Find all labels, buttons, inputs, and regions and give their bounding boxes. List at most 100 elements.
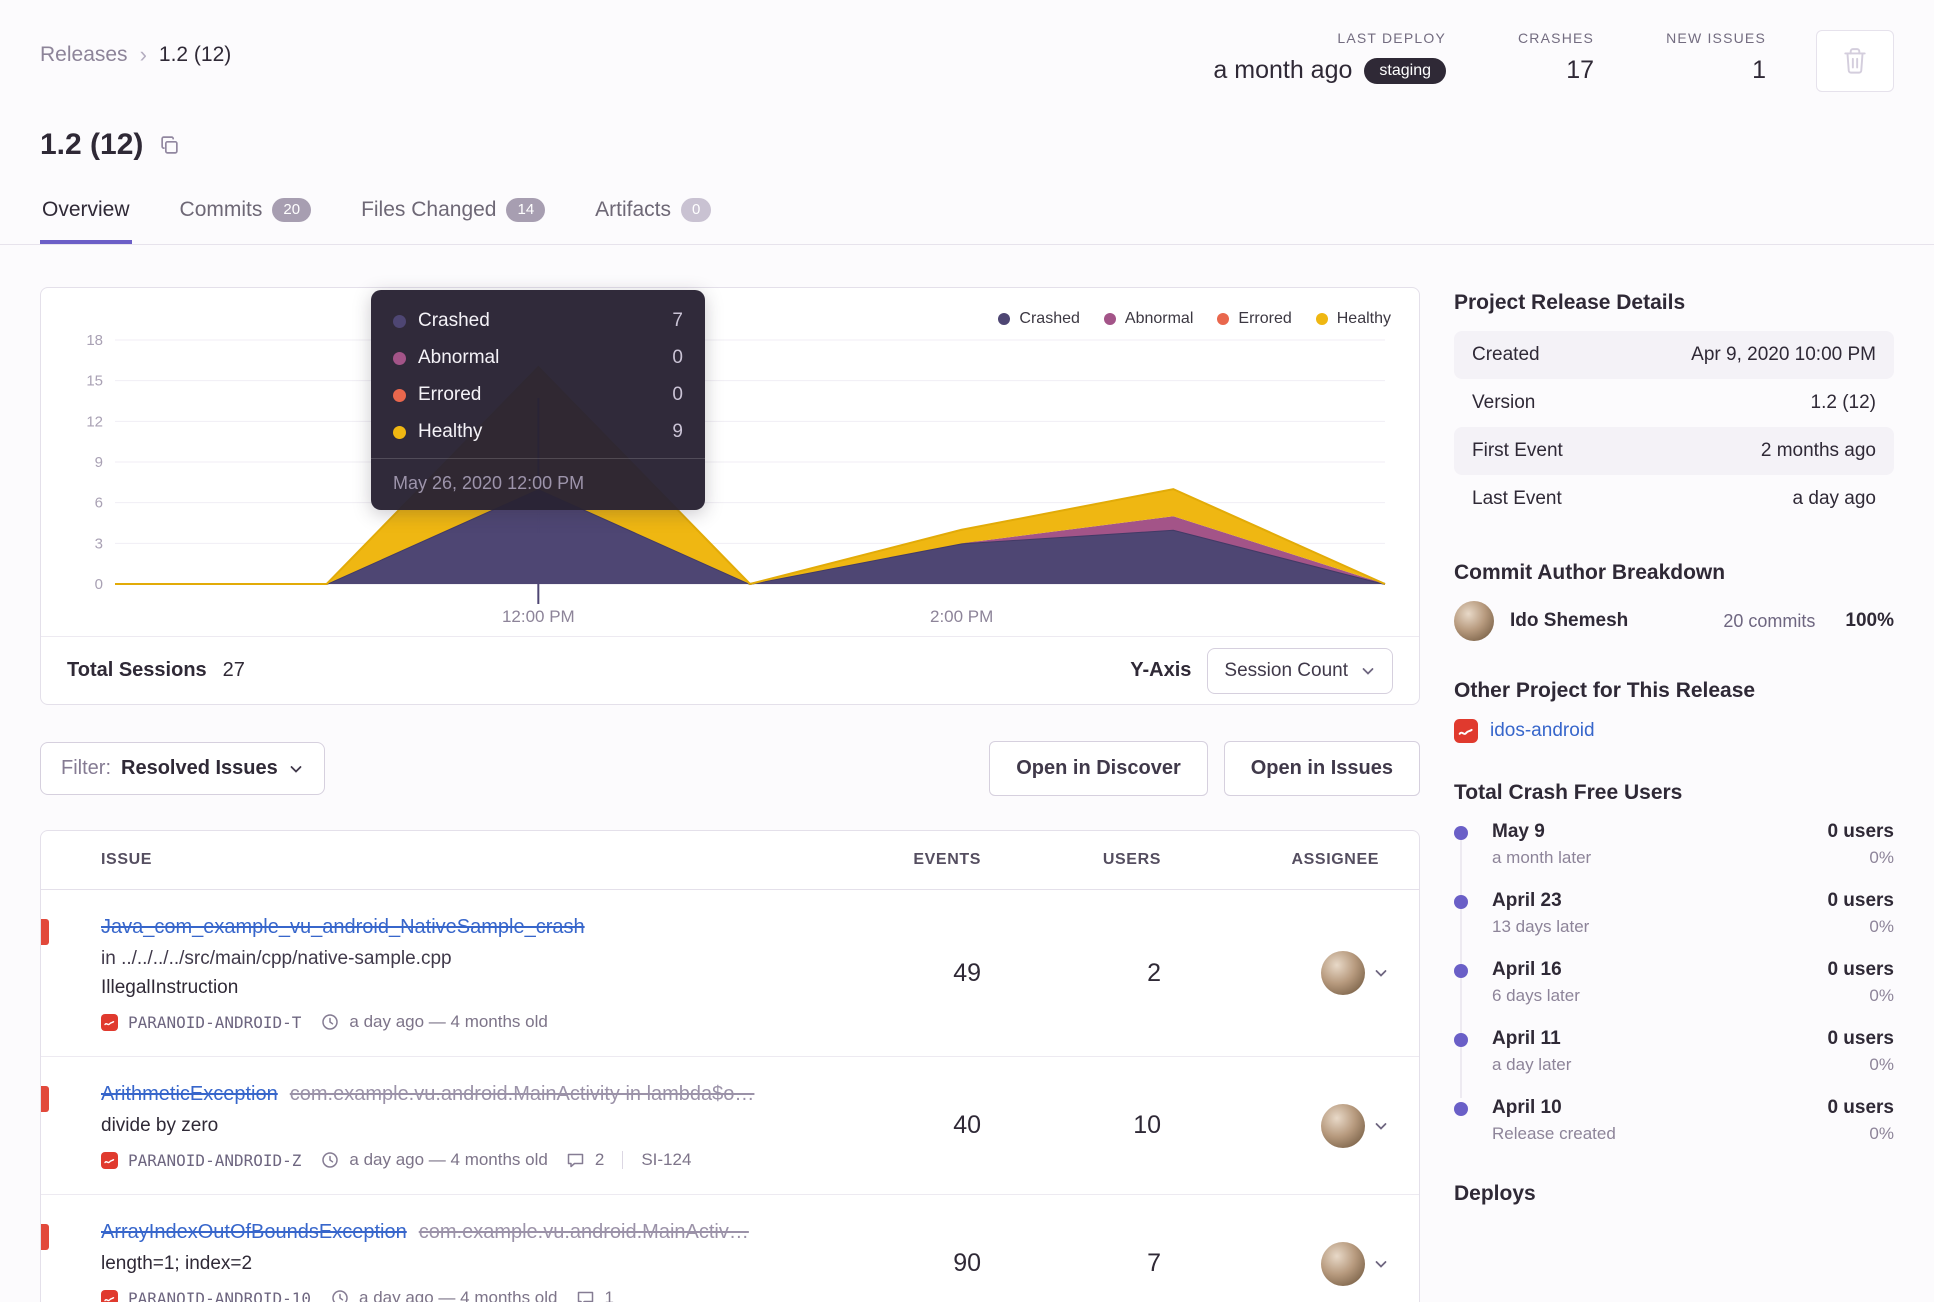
detail-label: First Event — [1472, 440, 1563, 461]
svg-text:15: 15 — [86, 373, 103, 390]
project-slug: PARANOID-ANDROID-Z — [128, 1150, 302, 1170]
cf-date: April 10 — [1492, 1097, 1562, 1118]
chart-tooltip: Crashed 7 Abnormal 0 Errored 0 Healthy 9… — [371, 290, 705, 510]
issue-title-link[interactable]: ArrayIndexOutOfBoundsException — [101, 1221, 407, 1243]
issue-title-link[interactable]: Java_com_example_vu_android_NativeSample… — [101, 916, 585, 938]
author-commit-count: 20 commits — [1723, 610, 1816, 631]
other-project-link[interactable]: idos-android — [1490, 720, 1595, 742]
release-sidebar: Project Release Details Created Apr 9, 2… — [1454, 287, 1894, 1302]
copy-version-button[interactable] — [157, 133, 182, 158]
cf-pct: 0% — [1869, 917, 1894, 936]
timeline-dot-icon — [1454, 1033, 1468, 1047]
assignee-dropdown[interactable] — [1321, 1103, 1419, 1148]
timeline-dot-icon — [1454, 826, 1468, 840]
breadcrumb-releases-link[interactable]: Releases — [40, 43, 128, 67]
tab-files-changed-label: Files Changed — [361, 198, 497, 221]
project-platform-icon — [1454, 719, 1478, 743]
chart-footer: Total Sessions 27 Y-Axis Session Count — [41, 636, 1419, 704]
stat-new-issues-label: NEW ISSUES — [1666, 30, 1766, 46]
cf-sub: 6 days later — [1492, 986, 1580, 1005]
yaxis-select-value: Session Count — [1224, 659, 1348, 681]
cf-pct: 0% — [1869, 986, 1894, 1005]
open-in-discover-button[interactable]: Open in Discover — [989, 741, 1208, 796]
cf-sub: 13 days later — [1492, 917, 1590, 936]
issue-title-link[interactable]: ArithmeticException — [101, 1083, 278, 1105]
tooltip-errored-dot-icon — [393, 388, 406, 402]
tooltip-crashed-value: 7 — [672, 310, 683, 331]
detail-label: Created — [1472, 344, 1540, 365]
breadcrumb-current: 1.2 (12) — [158, 43, 232, 66]
project-slug: PARANOID-ANDROID-T — [128, 1012, 302, 1032]
abnormal-legend-dot-icon — [1103, 313, 1116, 325]
cf-date: April 16 — [1492, 959, 1562, 980]
clock-icon — [321, 1013, 339, 1031]
tooltip-healthy-dot-icon — [393, 425, 406, 439]
svg-text:3: 3 — [95, 535, 103, 552]
avatar — [1321, 1241, 1365, 1286]
cf-users: 0 users — [1827, 1097, 1894, 1118]
sessions-stacked-area-chart[interactable]: 0 3 6 9 12 15 18 12:00 PM 2:00 PM — [65, 306, 1395, 636]
issue-events-count: 90 — [953, 1249, 981, 1277]
stat-last-deploy-value: a month ago — [1213, 56, 1353, 84]
chevron-down-icon — [1360, 663, 1376, 679]
tab-files-changed[interactable]: Files Changed 14 — [359, 194, 547, 244]
stat-crashes: CRASHES 17 — [1518, 30, 1594, 85]
detail-value: 2 months ago — [1760, 440, 1876, 461]
tooltip-errored-label: Errored — [418, 384, 482, 405]
svg-text:12: 12 — [86, 413, 103, 430]
issue-age: a day ago — 4 months old — [349, 1012, 548, 1031]
comments-icon — [566, 1151, 585, 1169]
legend-item-crashed[interactable]: Crashed — [998, 310, 1080, 328]
table-row: ArrayIndexOutOfBoundsException com.exampl… — [41, 1195, 1419, 1302]
tooltip-abnormal-value: 0 — [672, 347, 683, 368]
assignee-dropdown[interactable] — [1321, 951, 1419, 995]
legend-item-errored[interactable]: Errored — [1217, 310, 1292, 328]
project-platform-icon — [101, 1289, 118, 1302]
detail-value: Apr 9, 2020 10:00 PM — [1691, 344, 1876, 365]
open-in-issues-button[interactable]: Open in Issues — [1223, 741, 1420, 796]
svg-text:0: 0 — [95, 576, 103, 593]
tooltip-errored-value: 0 — [672, 384, 683, 405]
external-ticket-link[interactable]: SI-124 — [641, 1150, 691, 1170]
assignee-dropdown[interactable] — [1321, 1241, 1419, 1286]
yaxis-label: Y-Axis — [1130, 659, 1192, 681]
error-level-indicator — [41, 919, 49, 945]
breadcrumb-separator-icon: › — [139, 42, 147, 67]
project-platform-icon — [101, 1151, 118, 1169]
sessions-chart-card: Crashed Abnormal Errored Healthy 0 3 6 9… — [40, 287, 1420, 705]
tab-artifacts[interactable]: Artifacts 0 — [593, 194, 713, 244]
deploys-section: Deploys — [1454, 1182, 1894, 1206]
yaxis-select[interactable]: Session Count — [1207, 647, 1393, 694]
tabs-bar: Overview Commits 20 Files Changed 14 Art… — [0, 194, 1934, 245]
cf-users: 0 users — [1827, 821, 1894, 842]
legend-errored-label: Errored — [1238, 310, 1292, 327]
cf-users: 0 users — [1827, 959, 1894, 980]
cf-sub: a day later — [1492, 1055, 1572, 1074]
tab-commits[interactable]: Commits 20 — [178, 194, 314, 244]
error-level-indicator — [41, 1086, 49, 1112]
legend-item-healthy[interactable]: Healthy — [1315, 310, 1391, 328]
header-stats: LAST DEPLOY a month ago staging CRASHES … — [1213, 30, 1894, 92]
author-percent: 100% — [1845, 610, 1894, 631]
tooltip-crashed-dot-icon — [393, 314, 406, 328]
tooltip-healthy-value: 9 — [672, 421, 683, 442]
trash-icon — [1842, 47, 1868, 75]
legend-item-abnormal[interactable]: Abnormal — [1103, 310, 1193, 328]
chevron-down-icon — [1373, 1256, 1389, 1272]
cf-pct: 0% — [1869, 848, 1894, 867]
tab-overview[interactable]: Overview — [40, 194, 132, 244]
clock-icon — [321, 1151, 339, 1169]
issue-age: a day ago — 4 months old — [359, 1288, 558, 1302]
stat-last-deploy: LAST DEPLOY a month ago staging — [1213, 30, 1446, 85]
issue-culprit-inline: com.example.vu.android.MainActivity in l… — [289, 1083, 755, 1105]
chevron-down-icon — [288, 761, 304, 777]
breadcrumb: Releases › 1.2 (12) — [40, 42, 231, 68]
delete-release-button[interactable] — [1816, 30, 1894, 92]
svg-text:2:00 PM: 2:00 PM — [930, 607, 993, 626]
legend-crashed-label: Crashed — [1019, 310, 1080, 327]
stat-crashes-label: CRASHES — [1518, 30, 1595, 46]
svg-text:6: 6 — [95, 495, 103, 512]
total-sessions-label: Total Sessions — [67, 659, 207, 681]
issues-filter-dropdown[interactable]: Filter: Resolved Issues — [40, 742, 325, 795]
detail-value: 1.2 (12) — [1810, 392, 1876, 413]
